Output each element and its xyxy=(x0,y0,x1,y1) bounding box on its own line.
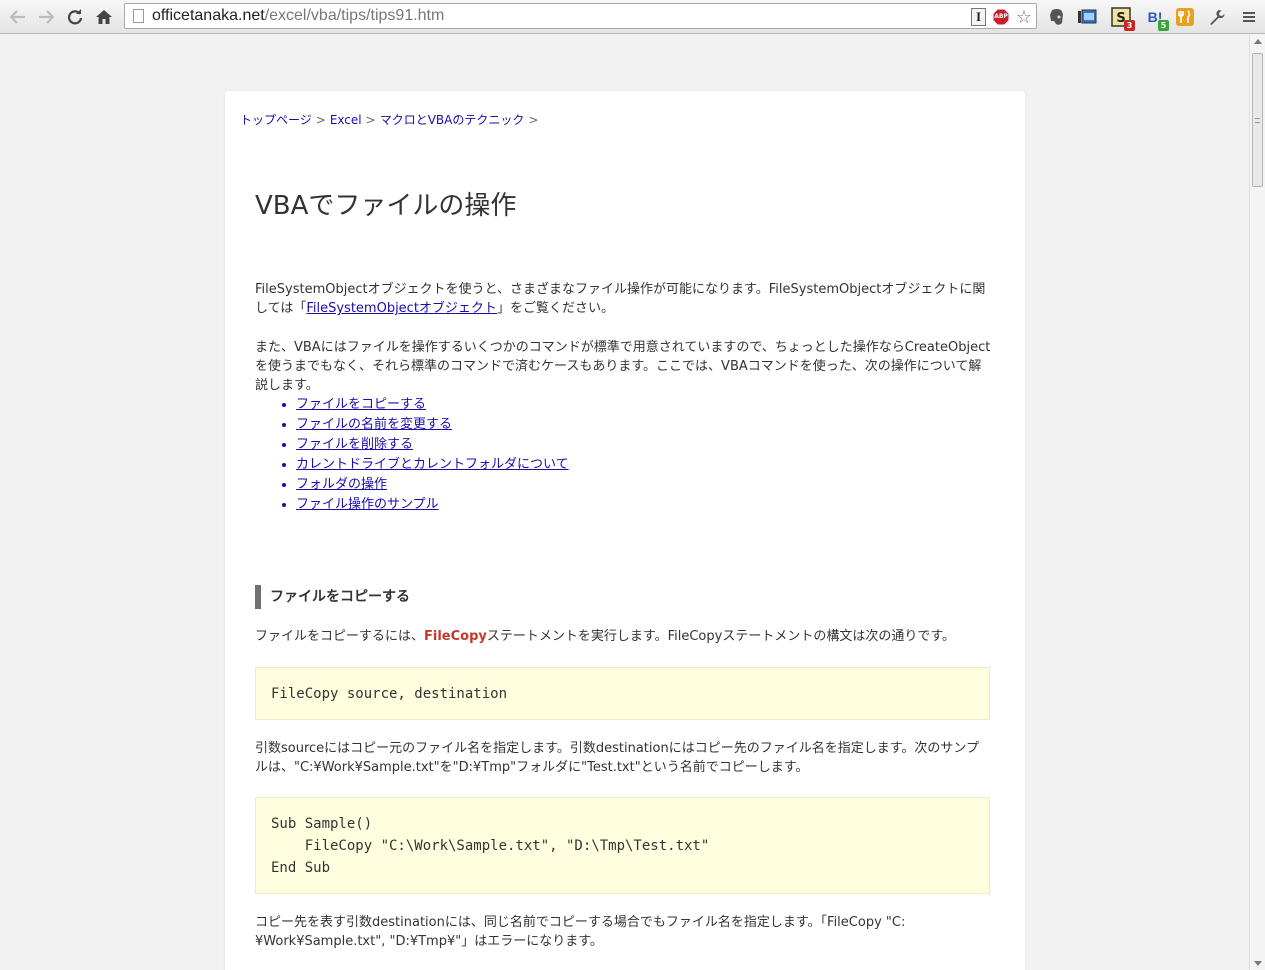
reload-icon[interactable] xyxy=(63,5,87,29)
fork-knife-icon[interactable] xyxy=(1174,6,1196,28)
toc-item: ファイル操作のサンプル xyxy=(296,495,569,515)
adblock-icon[interactable]: ABP xyxy=(992,8,1010,26)
page-title: VBAでファイルの操作 xyxy=(255,191,517,221)
browser-toolbar: officetanaka.net/excel/vba/tips/tips91.h… xyxy=(0,0,1265,34)
section-heading-copy: ファイルをコピーする xyxy=(255,585,410,609)
breadcrumb-separator: > xyxy=(528,113,539,127)
table-of-contents: ファイルをコピーする ファイルの名前を変更する ファイルを削除する カレントドラ… xyxy=(280,395,569,515)
vertical-scrollbar[interactable] xyxy=(1249,35,1265,970)
syntax-code-block: FileCopy source, destination xyxy=(255,667,990,720)
forward-icon[interactable] xyxy=(34,5,58,29)
breadcrumb-macro-vba[interactable]: マクロとVBAのテクニック xyxy=(380,113,525,127)
toc-link-rename[interactable]: ファイルの名前を変更する xyxy=(296,417,452,432)
toc-link-current-drive[interactable]: カレントドライブとカレントフォルダについて xyxy=(296,457,569,472)
toc-item: フォルダの操作 xyxy=(296,475,569,495)
url-host: officetanaka.net xyxy=(152,7,265,24)
breadcrumb: トップページ > Excel > マクロとVBAのテクニック > xyxy=(240,111,542,128)
toc-link-delete[interactable]: ファイルを削除する xyxy=(296,437,413,452)
toc-item: ファイルの名前を変更する xyxy=(296,415,569,435)
scroll-grip-icon xyxy=(1255,118,1260,123)
sample-code-block: Sub Sample() FileCopy "C:\Work\Sample.tx… xyxy=(255,797,990,894)
abp-label: ABP xyxy=(994,13,1008,20)
stamp-badge: 3 xyxy=(1124,20,1135,31)
toc-item: ファイルを削除する xyxy=(296,435,569,455)
content-panel: トップページ > Excel > マクロとVBAのテクニック > VBAでファイルの操作 … xyxy=(225,91,1025,970)
breadcrumb-separator: > xyxy=(365,113,376,127)
filecopy-keyword: FileCopy xyxy=(424,629,487,644)
scroll-thumb[interactable] xyxy=(1252,53,1263,187)
intro-paragraph-2: また、VBAにはファイルを操作するいくつかのコマンドが標準で用意されていますので… xyxy=(255,340,991,393)
toc-link-copy[interactable]: ファイルをコピーする xyxy=(296,397,426,412)
toc-link-sample[interactable]: ファイル操作のサンプル xyxy=(296,497,439,512)
page-icon xyxy=(133,9,144,23)
copy-p1-before: ファイルをコピーするには、 xyxy=(255,629,425,644)
hatena-badge: 5 xyxy=(1158,20,1169,31)
home-icon[interactable] xyxy=(92,5,116,29)
url-text: officetanaka.net/excel/vba/tips/tips91.h… xyxy=(152,7,444,25)
scroll-down-arrow-icon[interactable] xyxy=(1254,961,1262,966)
copy-p1-after: ステートメントを実行します。FileCopyステートメントの構文は次の通りです。 xyxy=(486,629,956,644)
breadcrumb-excel[interactable]: Excel xyxy=(330,113,362,127)
page-viewport: トップページ > Excel > マクロとVBAのテクニック > VBAでファイルの操作 … xyxy=(0,35,1249,970)
toc-link-folder[interactable]: フォルダの操作 xyxy=(296,477,387,492)
wrench-icon[interactable] xyxy=(1206,6,1228,28)
copy-paragraph-3: コピー先を表す引数destinationには、同じ名前でコピーする場合でもファイ… xyxy=(255,915,906,949)
evernote-icon[interactable] xyxy=(1046,6,1068,28)
intro-paragraph-1: FileSystemObjectオブジェクトを使うと、さまざまなファイル操作が可… xyxy=(255,280,991,318)
copy-paragraph-1: ファイルをコピーするには、FileCopyステートメントを実行します。FileC… xyxy=(255,627,991,646)
ext-i-label: I xyxy=(975,9,982,24)
back-icon[interactable] xyxy=(6,5,30,29)
breadcrumb-top[interactable]: トップページ xyxy=(240,113,312,127)
fso-link[interactable]: FileSystemObjectオブジェクト xyxy=(306,301,497,316)
image-extension-icon[interactable] xyxy=(1076,6,1098,28)
url-path: /excel/vba/tips/tips91.htm xyxy=(264,7,445,24)
scroll-up-arrow-icon[interactable] xyxy=(1254,39,1262,44)
instapaper-icon[interactable]: I xyxy=(971,8,986,26)
toc-item: ファイルをコピーする xyxy=(296,395,569,415)
address-bar[interactable]: officetanaka.net/excel/vba/tips/tips91.h… xyxy=(124,3,1037,29)
breadcrumb-separator: > xyxy=(315,113,326,127)
menu-icon[interactable] xyxy=(1238,6,1260,28)
stamp-extension-icon[interactable]: S 3 xyxy=(1110,6,1135,31)
copy-paragraph-2: 引数sourceにはコピー元のファイル名を指定します。引数destination… xyxy=(255,741,980,775)
hatena-bookmark-icon[interactable]: B! 5 xyxy=(1144,6,1169,31)
intro-1-text-after: 」をご覧ください。 xyxy=(496,301,614,316)
bookmark-star-icon[interactable]: ☆ xyxy=(1015,7,1033,28)
toc-item: カレントドライブとカレントフォルダについて xyxy=(296,455,569,475)
